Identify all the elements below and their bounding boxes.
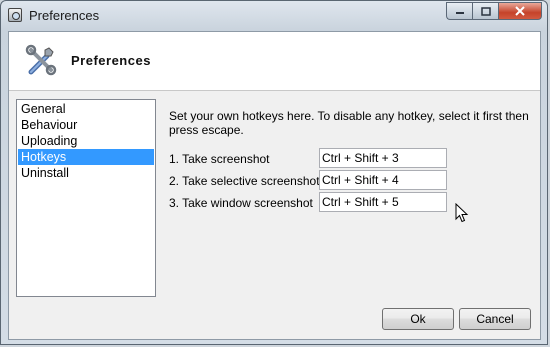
cancel-button[interactable]: Cancel — [459, 308, 531, 330]
maximize-button[interactable] — [472, 2, 498, 20]
maximize-icon — [480, 6, 491, 16]
preferences-window: Preferences Preferences General Behaviou… — [0, 0, 548, 345]
hotkey-label: 2. Take selective screenshot — [169, 174, 320, 188]
nav-item-general[interactable]: General — [18, 101, 154, 117]
header-title: Preferences — [71, 53, 151, 68]
hotkeys-description: Set your own hotkeys here. To disable an… — [169, 109, 529, 137]
hotkey-label: 1. Take screenshot — [169, 152, 270, 166]
nav-item-uploading[interactable]: Uploading — [18, 133, 154, 149]
window-controls — [446, 2, 542, 20]
category-list[interactable]: General Behaviour Uploading Hotkeys Unin… — [16, 99, 156, 297]
hotkey-take-screenshot-input[interactable] — [319, 148, 447, 168]
hotkey-window-screenshot-input[interactable] — [319, 192, 447, 212]
nav-item-behaviour[interactable]: Behaviour — [18, 117, 154, 133]
hotkey-label: 3. Take window screenshot — [169, 196, 313, 210]
nav-item-hotkeys[interactable]: Hotkeys — [18, 149, 154, 165]
minimize-icon — [455, 12, 464, 14]
hotkey-selective-screenshot-input[interactable] — [319, 170, 447, 190]
ok-button[interactable]: Ok — [382, 308, 454, 330]
close-button[interactable] — [498, 2, 542, 20]
app-icon — [8, 8, 22, 22]
nav-item-uninstall[interactable]: Uninstall — [18, 165, 154, 181]
close-icon — [515, 6, 525, 16]
title-bar[interactable]: Preferences — [1, 1, 547, 31]
tools-icon — [25, 44, 57, 76]
mouse-cursor-icon — [455, 203, 469, 223]
dialog-client-area: Preferences General Behaviour Uploading … — [8, 31, 541, 340]
dialog-header: Preferences — [9, 32, 540, 91]
window-title: Preferences — [29, 8, 100, 23]
minimize-button[interactable] — [446, 2, 472, 20]
